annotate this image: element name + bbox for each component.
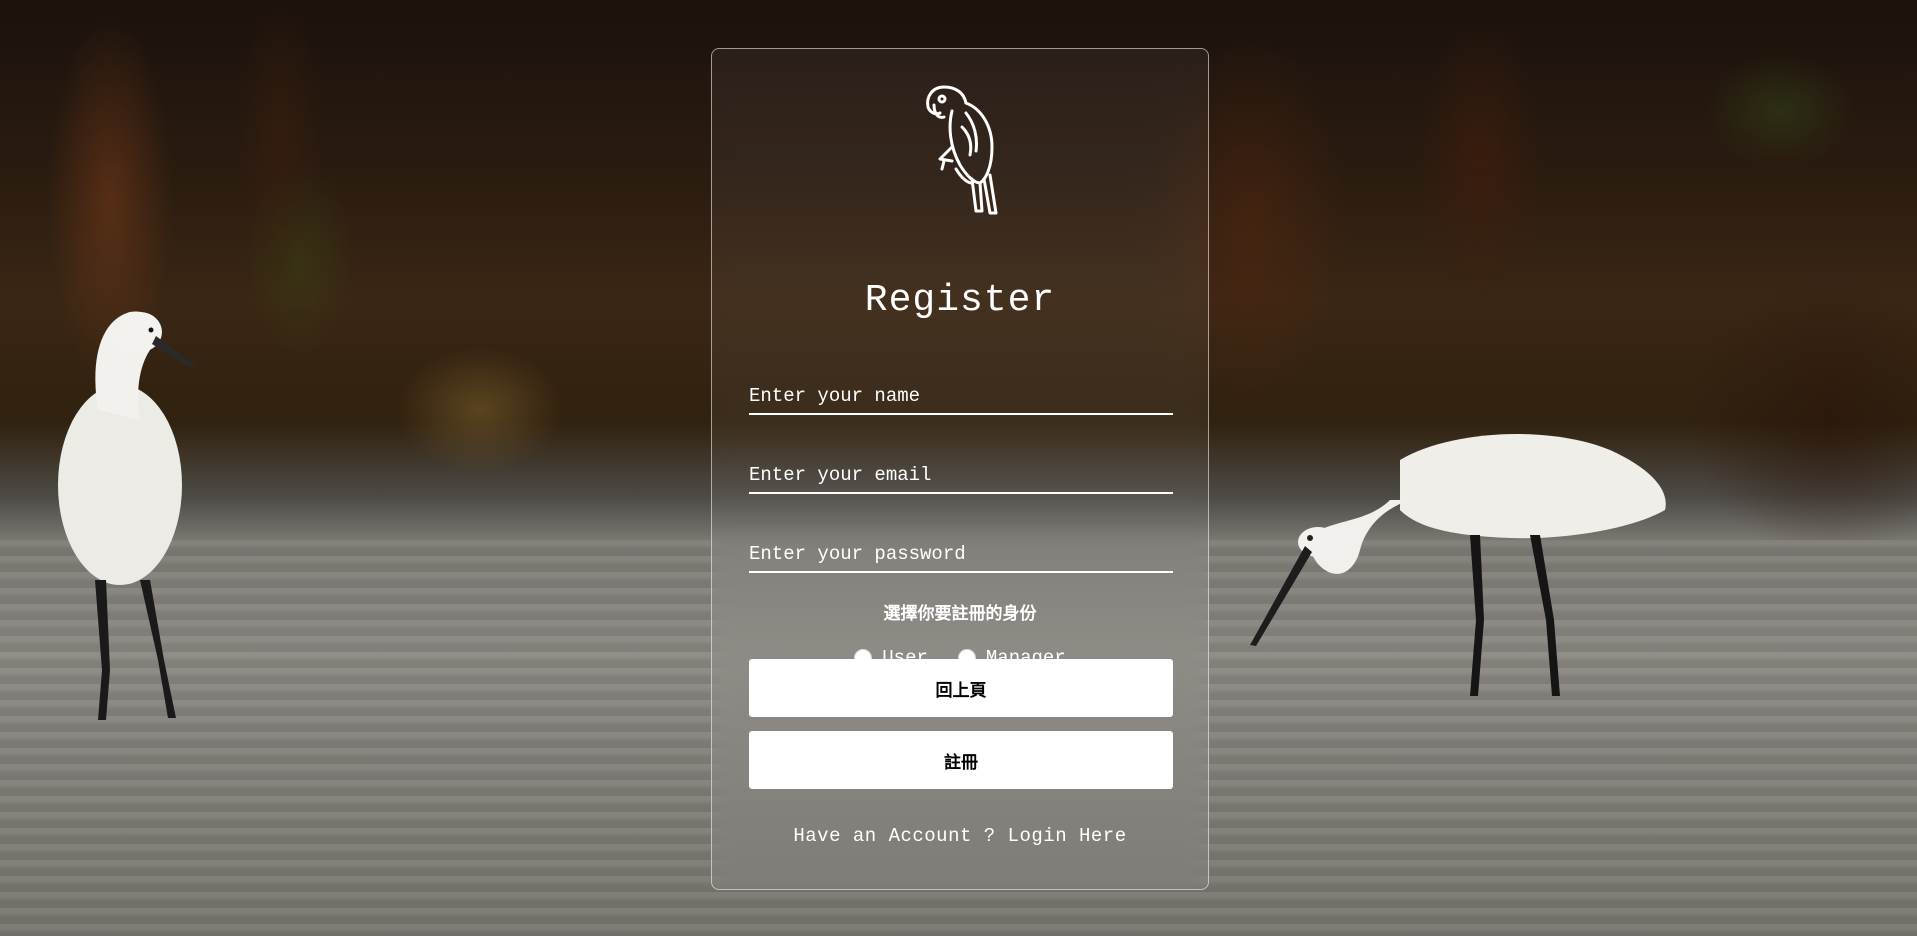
password-input[interactable] — [749, 543, 1173, 565]
login-link-text[interactable]: Have an Account ? Login Here — [793, 825, 1126, 847]
right-egret-image — [1250, 433, 1666, 696]
role-prompt: 選擇你要註冊的身份 — [883, 604, 1037, 624]
register-card: Register 選擇你要註冊的身份 User Manager 回上頁 註冊 H… — [711, 48, 1209, 890]
back-button[interactable]: 回上頁 — [749, 659, 1173, 717]
parrot-icon — [926, 85, 998, 215]
password-field — [749, 527, 1173, 573]
left-egret-image — [58, 311, 196, 720]
login-link[interactable]: Have an Account ? Login Here — [712, 825, 1208, 847]
name-field — [749, 369, 1173, 415]
email-input[interactable] — [749, 464, 1173, 486]
page-title: Register — [864, 279, 1056, 322]
name-input[interactable] — [749, 385, 1173, 407]
register-button[interactable]: 註冊 — [749, 731, 1173, 789]
email-field — [749, 448, 1173, 494]
